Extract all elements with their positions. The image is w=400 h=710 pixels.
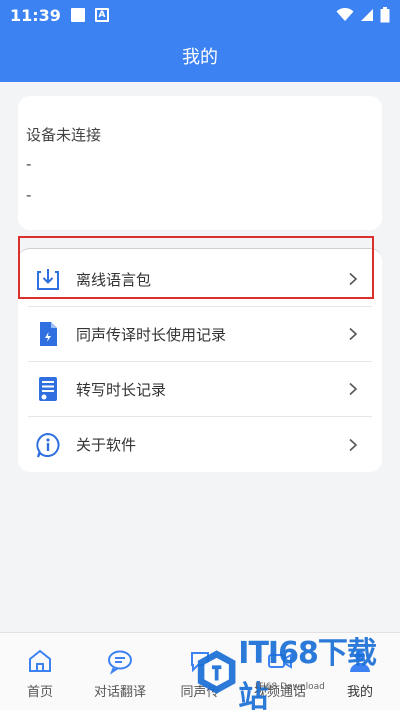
device-connection-status: 设备未连接 (26, 126, 102, 144)
chevron-right-icon (349, 327, 358, 341)
watermark-logo: ITI68下载站 ITI68 Download (195, 636, 395, 710)
menu-item-transcription-record[interactable]: 转写时长记录 (28, 362, 372, 417)
wifi-icon (336, 8, 354, 21)
info-icon (34, 431, 62, 459)
menu-item-label: 转写时长记录 (76, 380, 167, 399)
nav-label: 首页 (26, 685, 53, 700)
transcript-icon (34, 375, 62, 403)
device-info-line-2: - (26, 186, 32, 204)
watermark-text: ITI68下载站 (238, 636, 377, 710)
signal-icon (361, 9, 373, 21)
menu-item-label: 离线语言包 (76, 270, 152, 289)
home-icon (29, 649, 51, 672)
nav-item-home[interactable]: 首页 (0, 633, 80, 710)
document-icon (34, 320, 62, 348)
settings-menu-card: 离线语言包 同声传译时长使用记录 转写时长记录 关于软件 (18, 248, 382, 472)
watermark-subtext: ITI68 Download (255, 682, 325, 692)
notification-a-icon: A (94, 8, 109, 22)
nav-item-dialogue-translation[interactable]: 对话翻译 (80, 633, 160, 710)
status-bar: 11:39 A (0, 0, 400, 30)
chat-icon (108, 650, 132, 675)
chevron-right-icon (349, 382, 358, 396)
chevron-right-icon (349, 438, 358, 451)
notification-square-icon (70, 8, 85, 22)
watermark-logo-icon (197, 650, 236, 694)
menu-item-label: 关于软件 (76, 436, 137, 454)
chevron-right-icon (349, 272, 358, 286)
status-time: 11:39 (10, 5, 61, 25)
download-icon (34, 265, 62, 293)
page-title: 我的 (182, 47, 218, 68)
page-header: 我的 (0, 30, 400, 82)
menu-item-about-software[interactable]: 关于软件 (28, 417, 372, 472)
menu-item-label: 同声传译时长使用记录 (76, 325, 227, 344)
battery-icon (380, 7, 390, 23)
nav-label: 对话翻译 (93, 685, 146, 700)
device-status-card: 设备未连接 - - (18, 96, 382, 230)
device-info-line-1: - (26, 155, 32, 173)
menu-item-offline-language-pack[interactable]: 离线语言包 (28, 252, 372, 307)
menu-item-simultaneous-usage-record[interactable]: 同声传译时长使用记录 (28, 307, 372, 362)
